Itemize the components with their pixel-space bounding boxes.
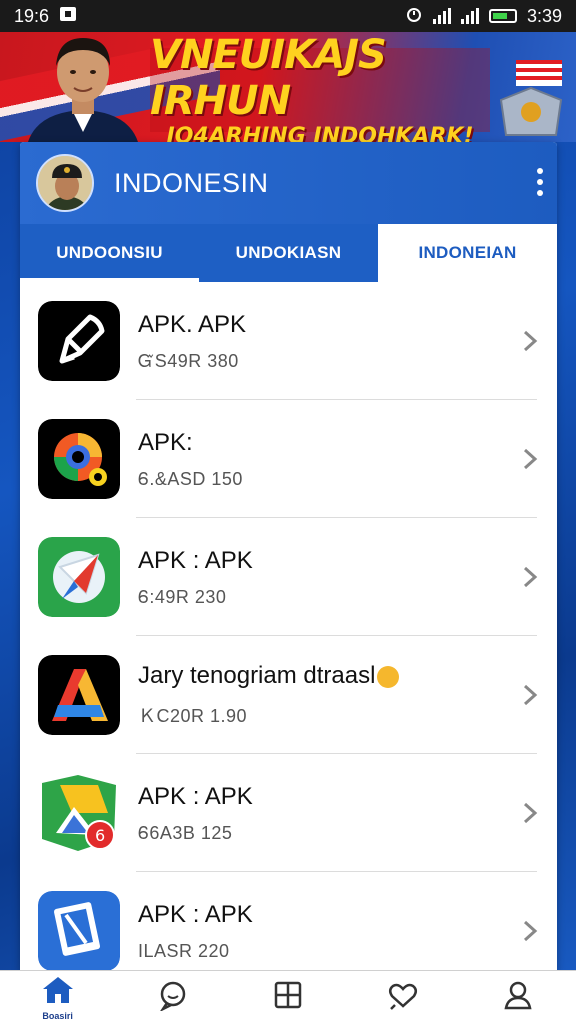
app-title: APK: xyxy=(138,428,193,456)
app-subtitle: Ꮾ6A3B 125 xyxy=(138,822,233,843)
list-item[interactable]: APK : APK ILASR 220 xyxy=(20,872,557,972)
app-title: APK. APK xyxy=(138,310,247,338)
svg-text:6: 6 xyxy=(95,826,105,845)
letter-a-app-icon xyxy=(38,655,120,735)
nav-apps[interactable] xyxy=(248,971,328,1024)
app-subtitle: Ꮾ.&ASD 150 xyxy=(138,468,243,489)
notification-icon xyxy=(59,5,77,28)
nav-profile[interactable] xyxy=(478,971,558,1024)
heart-chat-icon xyxy=(387,979,419,1016)
promo-banner[interactable]: VNEUIKAJS IRHUN IO4ARHING INDOHKARK! xyxy=(0,32,576,142)
card-header: INDONESIN xyxy=(20,142,557,224)
nav-chat[interactable] xyxy=(133,971,213,1024)
home-icon xyxy=(41,975,75,1010)
banner-line-2: IO4ARHING INDOHKARK! xyxy=(166,123,474,143)
drive-app-icon: 6 xyxy=(38,773,120,853)
list-item[interactable]: APK. APK ᏳS49R 380 xyxy=(20,282,557,400)
banner-person-image xyxy=(18,32,148,142)
tab-3[interactable]: INDONEIAN xyxy=(378,224,557,282)
chevron-right-icon xyxy=(519,798,541,828)
compass-app-icon xyxy=(38,537,120,617)
list-item[interactable]: APK: Ꮾ.&ASD 150 xyxy=(20,400,557,518)
page-title: INDONESIN xyxy=(114,167,269,198)
app-subtitle: Ꮾ:49R 230 xyxy=(138,586,227,607)
app-subtitle: ILASR 220 xyxy=(138,940,230,961)
grid-icon xyxy=(273,980,303,1015)
app-title: APK : APK xyxy=(138,546,253,574)
pencil-app-icon xyxy=(38,301,120,381)
banner-line-1: VNEUIKAJS IRHUN xyxy=(150,32,387,124)
coin-badge-icon xyxy=(377,665,400,688)
app-title: Jary tenogriam dtraasl xyxy=(138,662,376,689)
emblem-icon xyxy=(496,60,566,140)
alarm-icon xyxy=(405,5,423,28)
battery-icon xyxy=(488,9,517,23)
app-title: APK : APK xyxy=(138,900,253,928)
chevron-right-icon xyxy=(519,916,541,946)
more-options-icon[interactable] xyxy=(537,168,543,196)
signal-icon-2 xyxy=(460,8,479,24)
colorful-gear-app-icon xyxy=(38,419,120,499)
banner-title: VNEUIKAJS IRHUN IO4ARHING INDOHKARK! xyxy=(150,32,490,142)
chevron-right-icon xyxy=(519,562,541,592)
list-item[interactable]: APK : APK Ꮾ:49R 230 xyxy=(20,518,557,636)
list-item[interactable]: Jary tenogriam dtraasl ＫC20R 1.90 xyxy=(20,636,557,754)
status-bar: 19:6 3:39 xyxy=(0,0,576,32)
chevron-right-icon xyxy=(519,326,541,356)
tablet-app-icon xyxy=(38,891,120,971)
status-time-right: 3:39 xyxy=(526,5,562,26)
status-time-left: 19:6 xyxy=(14,5,50,26)
avatar[interactable] xyxy=(36,154,94,212)
list-item[interactable]: 6 APK : APK Ꮾ6A3B 125 xyxy=(20,754,557,872)
tab-1[interactable]: UNDOONSIU xyxy=(20,224,199,282)
app-subtitle: ＫC20R 1.90 xyxy=(138,706,248,726)
bottom-nav: Boasiri xyxy=(0,970,576,1024)
tab-bar: UNDOONSIU UNDOKIASN INDONEIAN xyxy=(20,224,557,282)
chevron-right-icon xyxy=(519,680,541,710)
nav-favorites[interactable] xyxy=(363,971,443,1024)
app-list: APK. APK ᏳS49R 380 APK: Ꮾ.&ASD 150 APK:… xyxy=(20,282,557,972)
nav-home[interactable]: Boasiri xyxy=(18,971,98,1024)
tab-2[interactable]: UNDOKIASN xyxy=(199,224,378,282)
signal-icon xyxy=(432,8,451,24)
nav-home-label: Boasiri xyxy=(42,1010,73,1021)
app-title: APK : APK xyxy=(138,782,253,810)
main-card: INDONESIN UNDOONSIU UNDOKIASN INDONEIAN … xyxy=(20,142,557,972)
profile-icon xyxy=(503,980,533,1015)
chat-icon xyxy=(157,979,189,1016)
app-subtitle: ᏳS49R 380 xyxy=(138,350,239,371)
chevron-right-icon xyxy=(519,444,541,474)
